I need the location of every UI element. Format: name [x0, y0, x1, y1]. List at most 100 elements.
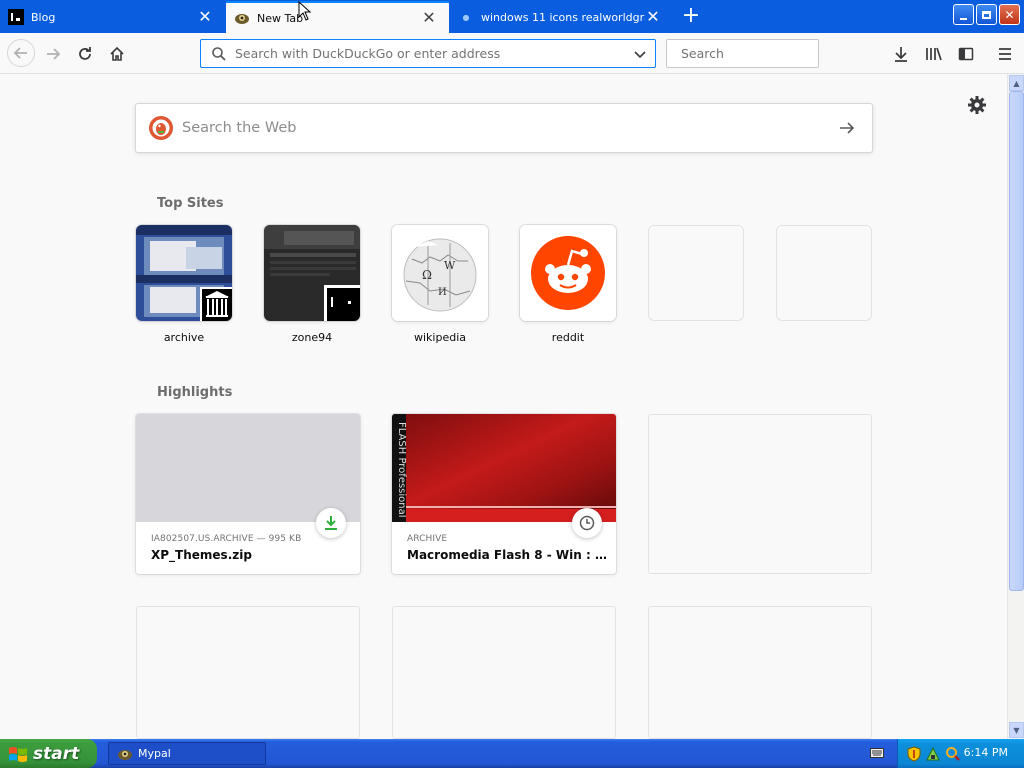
menu-button[interactable]: [992, 41, 1018, 67]
highlight-empty-slot: [392, 606, 616, 739]
back-button[interactable]: [7, 39, 35, 67]
forward-button[interactable]: [40, 41, 66, 67]
top-site-label: wikipedia: [413, 331, 466, 344]
svg-text:W: W: [444, 259, 456, 272]
top-site-zone94[interactable]: [264, 225, 360, 321]
top-site-reddit[interactable]: [520, 225, 616, 321]
history-badge: [572, 508, 602, 538]
scroll-up-arrow-icon[interactable]: ▲: [1009, 75, 1024, 91]
downloads-button[interactable]: [888, 41, 914, 67]
library-icon: [926, 47, 942, 61]
web-search-input[interactable]: [182, 120, 838, 136]
highlight-empty-slot: [648, 414, 872, 574]
network-icon[interactable]: [925, 746, 941, 762]
scrollbar-thumb[interactable]: [1009, 91, 1024, 591]
new-tab-button[interactable]: +: [678, 4, 704, 30]
top-sites-heading: Top Sites: [157, 196, 224, 211]
highlight-context: ARCHIVE: [407, 534, 448, 544]
system-tray: 6:14 PM: [897, 739, 1024, 768]
highlights-heading: Highlights: [157, 385, 233, 400]
wikipedia-logo-icon: Ω W И: [392, 225, 488, 321]
search-icon: [212, 46, 226, 61]
scroll-down-arrow-icon[interactable]: ▼: [1009, 722, 1024, 738]
duckduckgo-logo-icon: [149, 116, 173, 140]
svg-text:Ω: Ω: [422, 268, 432, 282]
address-bar[interactable]: [200, 39, 656, 68]
top-site-empty-slot: [648, 225, 744, 321]
reload-button[interactable]: [72, 41, 98, 67]
top-site-label: zone94: [291, 331, 333, 344]
top-site-wikipedia[interactable]: Ω W И: [392, 225, 488, 321]
highlight-empty-slot: [648, 606, 872, 739]
close-tab-icon[interactable]: ✕: [645, 9, 661, 25]
highlight-context: IA802507.US.ARCHIVE — 995 KB: [151, 534, 302, 544]
gear-icon[interactable]: [967, 95, 987, 115]
mypal-favicon-icon: [235, 14, 249, 24]
tab-title: New Tab: [257, 11, 304, 25]
top-site-empty-slot: [776, 225, 872, 321]
top-site-label: reddit: [551, 331, 585, 344]
close-icon: ✕: [1004, 7, 1015, 22]
restore-icon: [982, 10, 991, 19]
download-icon: [895, 47, 907, 62]
restore-button[interactable]: [976, 4, 997, 25]
start-button[interactable]: start: [0, 739, 97, 768]
start-label: start: [33, 743, 80, 764]
minimize-icon: [960, 17, 967, 20]
loading-dot-icon: ●: [462, 12, 470, 22]
tab-windows-icons[interactable]: ● windows 11 icons realworldgraphics ✕: [450, 1, 673, 33]
windows-taskbar: start Mypal 6:14 PM: [0, 739, 1024, 768]
taskbar-item-label: Mypal: [138, 747, 171, 760]
sidebar-button[interactable]: [953, 41, 979, 67]
close-tab-icon[interactable]: ✕: [421, 10, 437, 26]
home-icon: [110, 46, 124, 61]
highlight-title: XP_Themes.zip: [151, 548, 252, 562]
windows-flag-icon: [9, 746, 27, 762]
highlight-card-xp-themes[interactable]: IA802507.US.ARCHIVE — 995 KB XP_Themes.z…: [136, 414, 360, 574]
tab-blog[interactable]: Blog ✕: [0, 1, 225, 33]
history-clock-icon: [579, 515, 595, 531]
mypal-app-icon: [118, 749, 132, 760]
hamburger-menu-icon: [999, 48, 1011, 60]
svg-text:И: И: [438, 287, 447, 298]
clock[interactable]: 6:14 PM: [964, 746, 1008, 759]
mouse-cursor-icon: [298, 1, 312, 21]
minimize-button[interactable]: [953, 4, 974, 25]
security-shield-icon[interactable]: [907, 745, 921, 762]
download-badge: [316, 508, 346, 538]
download-icon: [325, 516, 337, 530]
chevron-down-icon[interactable]: [633, 47, 647, 61]
highlight-card-macromedia-flash[interactable]: FLASH Professional ARCHIVE Macromedia Fl…: [392, 414, 616, 574]
vertical-scrollbar[interactable]: ▲ ▼: [1007, 74, 1024, 739]
reddit-logo-icon: [520, 225, 616, 321]
close-window-button[interactable]: ✕: [999, 4, 1020, 25]
navigation-toolbar: [0, 33, 1024, 74]
search-bar[interactable]: [666, 39, 837, 68]
blog-favicon-icon: [8, 9, 24, 25]
highlight-placeholder-image: [136, 414, 360, 522]
window-controls: ✕: [953, 4, 1020, 25]
keyboard-layout-icon[interactable]: [870, 747, 884, 759]
reload-icon: [79, 47, 91, 60]
tab-strip: Blog ✕ New Tab ✕ ● windows 11 icons real…: [0, 0, 1024, 33]
highlight-empty-slot: [136, 606, 360, 739]
flash-box-thumbnail: FLASH Professional: [392, 414, 616, 522]
tab-new-tab[interactable]: New Tab ✕: [226, 1, 449, 33]
home-button[interactable]: [104, 41, 130, 67]
arrow-right-icon[interactable]: [838, 119, 856, 137]
zone94-screenshot-thumbnail: [264, 225, 360, 321]
taskbar-item-mypal[interactable]: Mypal: [108, 742, 266, 765]
top-site-label: archive: [163, 331, 205, 344]
url-input[interactable]: [235, 46, 633, 61]
search-tray-icon[interactable]: [945, 746, 961, 762]
top-site-archive[interactable]: [136, 225, 232, 321]
archive-screenshot-thumbnail: [136, 225, 232, 321]
web-search-box[interactable]: [135, 103, 873, 153]
close-tab-icon[interactable]: ✕: [197, 9, 213, 25]
sidebar-icon: [958, 47, 974, 61]
tab-title: windows 11 icons realworldgraphics: [481, 10, 645, 24]
search-input[interactable]: [681, 46, 837, 61]
forward-arrow-icon: [47, 48, 61, 60]
library-button[interactable]: [921, 41, 947, 67]
svg-text:FLASH Professional: FLASH Professional: [396, 422, 407, 518]
